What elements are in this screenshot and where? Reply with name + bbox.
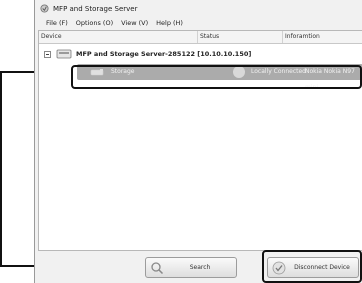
check-icon — [272, 261, 286, 274]
device-status: Locally Connected — [251, 68, 306, 75]
column-header-device[interactable]: Device — [39, 31, 197, 43]
app-icon — [40, 4, 49, 13]
device-list[interactable]: Device Status Inforamtion MFP and Storag… — [38, 30, 362, 251]
app-window: MFP and Storage Server File (F) Options … — [34, 0, 362, 283]
search-button-label: Search — [189, 264, 211, 271]
collapse-toggle[interactable] — [44, 50, 51, 58]
search-icon — [151, 261, 164, 274]
server-icon — [56, 49, 72, 59]
menu-options[interactable]: Options (O) — [75, 19, 114, 27]
window-title: MFP and Storage Server — [53, 4, 138, 13]
server-group-label: MFP and Storage Server-285122 [10.10.10.… — [76, 50, 252, 58]
search-button[interactable]: Search — [145, 257, 237, 278]
menu-view[interactable]: View (V) — [120, 19, 149, 27]
storage-device-icon — [90, 69, 104, 76]
device-information: Nokia Nokia N97 mini — [305, 68, 355, 91]
server-group-row[interactable]: MFP and Storage Server-285122 [10.10.10.… — [39, 47, 362, 61]
menu-file[interactable]: File (F) — [45, 19, 69, 27]
disconnect-device-button[interactable]: Disconnect Device — [267, 257, 359, 278]
callout-line-vertical — [0, 71, 2, 267]
disconnect-button-label: Disconnect Device — [294, 264, 350, 271]
device-row-storage[interactable]: Storage Locally Connected Nokia Nokia N9… — [77, 64, 362, 91]
column-header-status[interactable]: Status — [197, 31, 282, 43]
menu-bar: File (F) Options (O) View (V) Help (H) — [35, 17, 362, 29]
column-headers: Device Status Inforamtion — [39, 31, 362, 44]
menu-help[interactable]: Help (H) — [155, 19, 184, 27]
column-header-information[interactable]: Inforamtion — [282, 31, 362, 43]
device-name: Storage — [111, 68, 135, 75]
title-bar: MFP and Storage Server — [35, 0, 362, 17]
status-connected-icon — [233, 66, 245, 78]
